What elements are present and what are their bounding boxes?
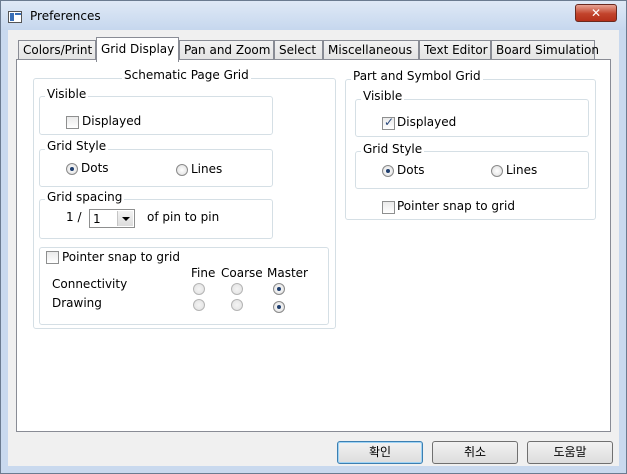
snap-row-drawing: Drawing [52, 296, 102, 310]
drawing-master-radio[interactable] [273, 301, 285, 313]
part-symbol-grid-title: Part and Symbol Grid [351, 69, 483, 83]
part-lines-radio[interactable] [491, 165, 503, 177]
help-button[interactable]: 도움말 [527, 441, 613, 464]
tab-miscellaneous[interactable]: Miscellaneous [323, 40, 419, 60]
grid-spacing-suffix: of pin to pin [147, 210, 220, 224]
part-displayed-checkbox[interactable] [382, 115, 395, 130]
snap-col-master: Master [267, 266, 308, 280]
tab-text-editor[interactable]: Text Editor [419, 40, 491, 60]
connectivity-fine-radio[interactable] [193, 283, 205, 295]
part-grid-style-label: Grid Style [361, 142, 425, 156]
schematic-lines-label: Lines [191, 162, 223, 176]
grid-spacing-value: 1 [93, 212, 101, 226]
schematic-snap-checkbox[interactable] [46, 251, 59, 264]
drawing-fine-radio[interactable] [193, 299, 205, 311]
tab-select[interactable]: Select [274, 40, 323, 60]
close-button[interactable]: ✕ [575, 4, 617, 22]
title-bar[interactable]: Preferences [1, 1, 626, 30]
snap-row-connectivity: Connectivity [52, 277, 128, 291]
part-visible-label: Visible [361, 89, 405, 103]
part-displayed-label: Displayed [397, 115, 457, 129]
tab-panel-grid-display: Schematic Page Grid Visible Displayed Gr… [16, 59, 611, 432]
schematic-grid-style-label: Grid Style [45, 139, 109, 153]
schematic-snap-label: Pointer snap to grid [62, 250, 180, 264]
schematic-displayed-label: Displayed [82, 114, 142, 128]
grid-spacing-prefix: 1 / [66, 210, 82, 224]
chevron-down-icon [117, 211, 133, 226]
part-snap-checkbox[interactable] [382, 201, 395, 214]
part-lines-label: Lines [506, 163, 538, 177]
schematic-page-grid-title: Schematic Page Grid [122, 68, 251, 82]
schematic-visible-label: Visible [45, 87, 89, 101]
window-app-icon [8, 11, 22, 23]
schematic-displayed-checkbox[interactable] [66, 116, 79, 129]
snap-col-coarse: Coarse [221, 266, 263, 280]
window-title: Preferences [30, 9, 101, 23]
ok-button[interactable]: 확인 [337, 441, 423, 464]
tab-colors-print[interactable]: Colors/Print [18, 40, 96, 60]
schematic-dots-label: Dots [81, 161, 109, 175]
part-dots-label: Dots [397, 163, 425, 177]
connectivity-master-radio[interactable] [273, 283, 285, 295]
schematic-grid-spacing-label: Grid spacing [45, 190, 125, 204]
cancel-button[interactable]: 취소 [432, 441, 518, 464]
drawing-coarse-radio[interactable] [231, 299, 243, 311]
tab-board-simulation[interactable]: Board Simulation [491, 40, 599, 60]
part-dots-radio[interactable] [382, 165, 394, 177]
tab-pan-and-zoom[interactable]: Pan and Zoom [179, 40, 274, 60]
grid-spacing-select[interactable]: 1 [89, 209, 135, 228]
schematic-dots-radio[interactable] [66, 163, 78, 175]
snap-col-fine: Fine [191, 266, 216, 280]
connectivity-coarse-radio[interactable] [231, 283, 243, 295]
schematic-lines-radio[interactable] [176, 164, 188, 176]
tab-grid-display[interactable]: Grid Display [96, 37, 179, 62]
part-snap-label: Pointer snap to grid [397, 199, 515, 213]
